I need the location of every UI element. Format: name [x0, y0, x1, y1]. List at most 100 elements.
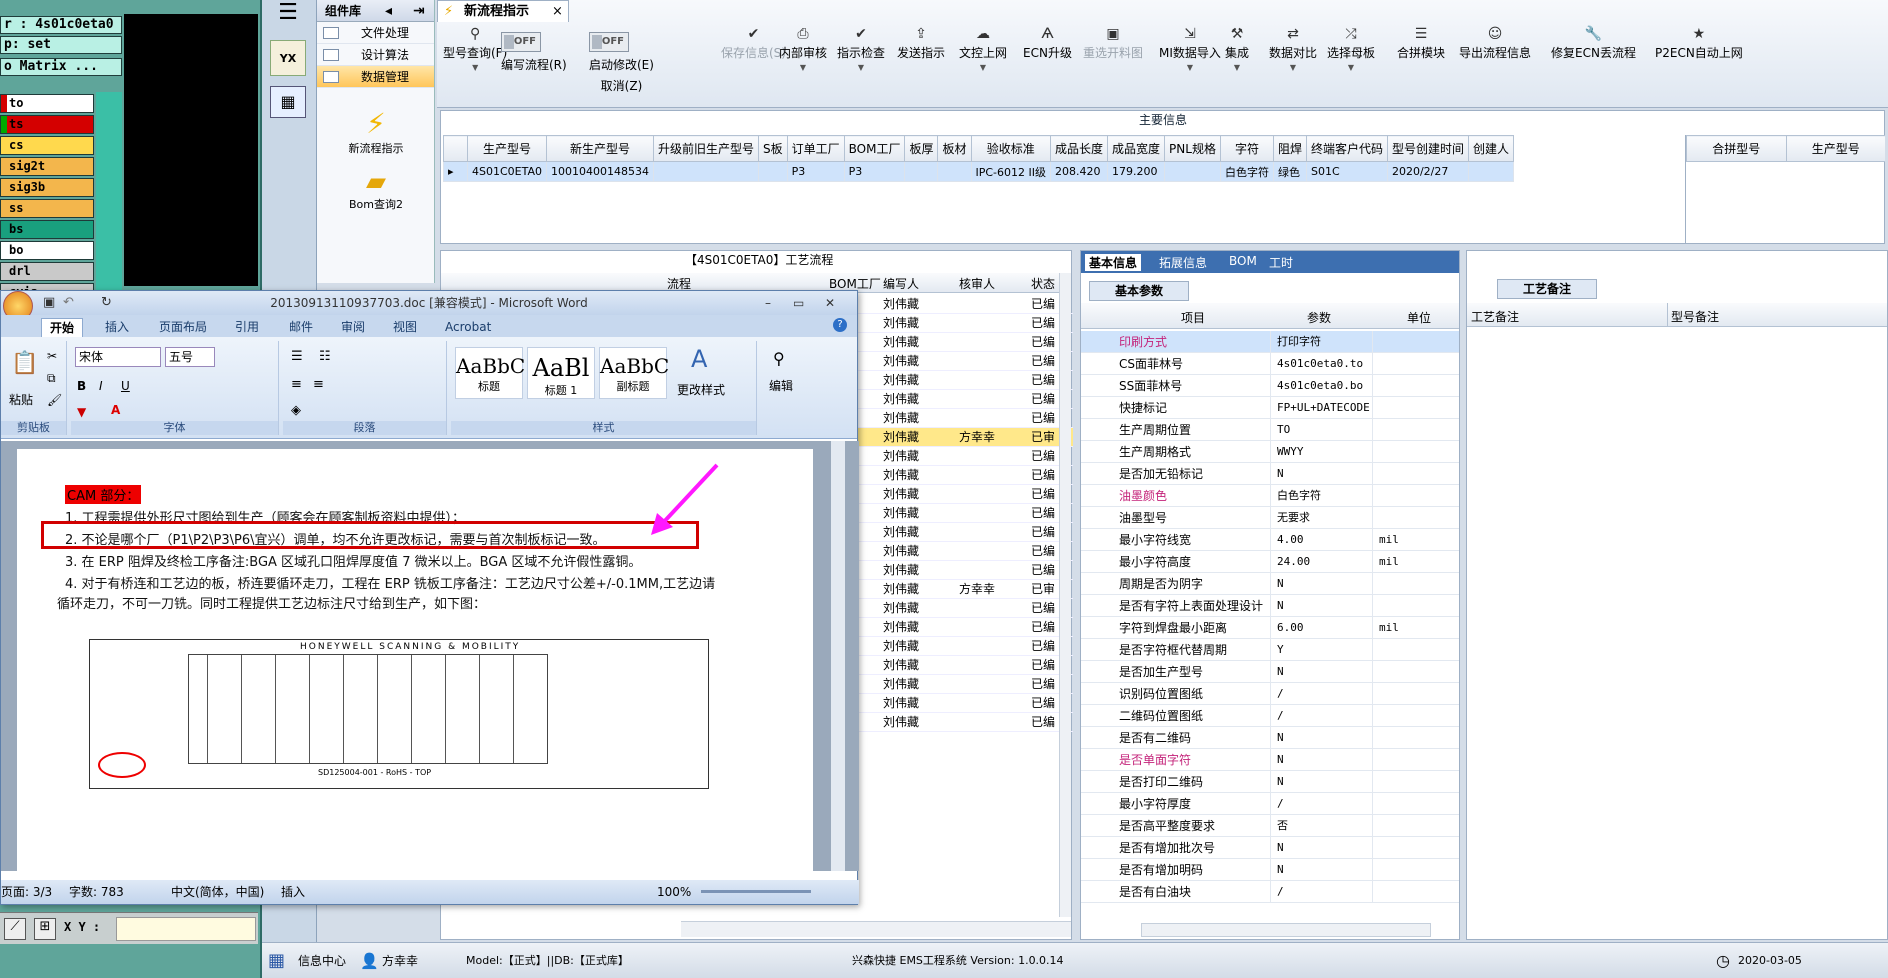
cut-icon[interactable]: ✂	[47, 349, 57, 363]
param-value[interactable]: N	[1273, 749, 1373, 771]
main-info-cell[interactable]: 10010400148534	[546, 161, 654, 182]
toolbar-button[interactable]: OFF 启动修改(E) 取消(Z)	[589, 26, 654, 94]
bold-icon[interactable]: B	[77, 379, 86, 393]
table-row[interactable]: 生产周期格式 WWYY	[1081, 441, 1459, 463]
ribbon-tab-view[interactable]: 视图	[385, 318, 425, 337]
param-value[interactable]: 4s01c0eta0.bo	[1273, 375, 1373, 397]
toolbar-button[interactable]: ✔ 指示检查 ▼	[837, 26, 885, 72]
cam-graphic-area[interactable]	[124, 14, 258, 286]
table-row[interactable]: 周期是否为阴字 N	[1081, 573, 1459, 595]
tab-basic-info[interactable]: 基本信息	[1085, 254, 1142, 271]
param-value[interactable]: FP+UL+DATECODE	[1273, 397, 1373, 419]
chevron-down-icon[interactable]: ▼	[1269, 63, 1317, 72]
shading-icon[interactable]: ◈	[291, 403, 301, 418]
param-value[interactable]: 4.00	[1273, 529, 1373, 551]
flow-header-status[interactable]: 状态	[1031, 275, 1055, 292]
param-value[interactable]: N	[1273, 727, 1373, 749]
table-row[interactable]: 油墨颜色 白色字符	[1081, 485, 1459, 507]
toolbar-button[interactable]: ⤮ 选择母板 ▼	[1327, 26, 1375, 72]
param-value[interactable]: N	[1273, 771, 1373, 793]
chevron-down-icon[interactable]: ▼	[837, 63, 885, 72]
tab-bom[interactable]: BOM	[1229, 254, 1257, 268]
main-info-header[interactable]: 型号创建时间	[1386, 135, 1470, 162]
chevron-down-icon[interactable]: ▼	[779, 63, 827, 72]
cam-layer-item[interactable]: ts	[0, 115, 94, 134]
style-heading1[interactable]: AaBl 标题 1	[527, 347, 595, 399]
tab-work-hours[interactable]: 工时	[1269, 254, 1293, 271]
toolbar-button[interactable]: ▣ 重选开料图	[1083, 26, 1143, 61]
param-value[interactable]: /	[1273, 793, 1373, 815]
word-title-bar[interactable]: ▣ ↶ ↻ 20130913110937703.doc [兼容模式] - Mic…	[1, 291, 857, 321]
cam-layer-item[interactable]: sig3b	[0, 178, 94, 197]
main-info-cell[interactable]: P3	[786, 161, 845, 182]
close-tab-icon[interactable]: ×	[552, 1, 563, 22]
toolbar-button[interactable]: ⚲ 型号查询(F) ▼	[443, 26, 507, 72]
toolbar-button[interactable]: ☁ 文控上网 ▼	[959, 26, 1007, 72]
main-info-header[interactable]: 创建人	[1467, 135, 1515, 162]
toggle-switch[interactable]: OFF	[501, 32, 541, 52]
word-vertical-scrollbar[interactable]	[831, 441, 845, 871]
flow-vertical-scrollbar[interactable]	[1059, 273, 1071, 917]
cam-matrix-button[interactable]: o Matrix ...	[0, 58, 122, 76]
align-left-icon[interactable]: ≡	[291, 377, 302, 392]
table-row[interactable]: ▸ 4S01C0ETA0 10010400148534 P3 P3 IPC-6012 II…	[443, 161, 1515, 182]
toolbar-button[interactable]: 🔧 修复ECN丢流程	[1551, 26, 1636, 61]
main-info-cell[interactable]	[937, 161, 972, 182]
main-info-cell[interactable]	[758, 161, 788, 182]
param-value[interactable]: 否	[1273, 815, 1373, 837]
chevron-down-icon[interactable]: ▼	[1327, 63, 1375, 72]
status-page[interactable]: 页面: 3/3	[1, 880, 52, 904]
toggle-switch[interactable]: OFF	[589, 32, 629, 52]
main-info-cell[interactable]: S01C	[1305, 161, 1388, 182]
cam-layer-item[interactable]: cs	[0, 136, 94, 155]
param-horizontal-scrollbar[interactable]	[1141, 923, 1431, 937]
table-row[interactable]: 识别码位置图纸 /	[1081, 683, 1459, 705]
table-row[interactable]: CS面菲林号 4s01c0eta0.to	[1081, 353, 1459, 375]
zoom-slider[interactable]	[701, 890, 811, 893]
param-value[interactable]: N	[1273, 595, 1373, 617]
row-selector-icon[interactable]: ▸	[443, 161, 468, 182]
tab-new-flow[interactable]: ⚡ 新流程指示 ×	[437, 0, 569, 22]
param-value[interactable]: N	[1273, 859, 1373, 881]
main-info-header[interactable]: 成品长度	[1050, 135, 1109, 162]
cam-layer-item[interactable]: to	[0, 94, 94, 113]
bom-query-button[interactable]: ▰ Bom查询2	[317, 168, 435, 212]
help-icon[interactable]: ?	[833, 318, 847, 332]
toolbar-button[interactable]: ☺ 导出流程信息	[1459, 26, 1531, 61]
font-size-select[interactable]: 五号	[165, 347, 215, 367]
chevron-down-icon[interactable]: ▼	[1225, 63, 1249, 72]
change-style-icon[interactable]: A	[691, 345, 707, 373]
binoculars-icon[interactable]: ⚲	[773, 349, 785, 368]
main-info-header[interactable]: 升级前旧生产型号	[652, 135, 760, 162]
ribbon-tab-insert[interactable]: 插入	[97, 318, 137, 337]
tab-basic-params[interactable]: 基本参数	[1089, 281, 1189, 301]
component-item-algorithm[interactable]: 设计算法	[317, 44, 434, 66]
main-info-cell[interactable]	[1467, 161, 1515, 182]
param-value[interactable]: /	[1273, 683, 1373, 705]
table-row[interactable]: 最小字符厚度 /	[1081, 793, 1459, 815]
param-value[interactable]: /	[1273, 705, 1373, 727]
main-info-header[interactable]: 验收标准	[970, 135, 1052, 162]
yx-logo-icon[interactable]: YX	[270, 40, 306, 76]
main-info-header[interactable]: BOM工厂	[843, 135, 906, 162]
toolbar-button[interactable]: ✔ 保存信息(S)	[721, 26, 786, 61]
main-info-header[interactable]: 终端客户代码	[1305, 135, 1388, 162]
toolbar-button[interactable]: ☰ 合拼模块	[1397, 26, 1445, 61]
xy-input[interactable]	[116, 917, 256, 941]
hamburger-menu-icon[interactable]: ☰	[272, 2, 304, 26]
italic-icon[interactable]: I	[99, 379, 103, 393]
measure-icon[interactable]: ⟋	[4, 918, 26, 940]
tab-process-notes[interactable]: 工艺备注	[1497, 279, 1597, 299]
save-icon[interactable]: ▣	[43, 291, 55, 315]
main-info-header[interactable]: 字符	[1219, 135, 1274, 162]
table-row[interactable]: 是否打印二维码 N	[1081, 771, 1459, 793]
param-header-unit[interactable]: 单位	[1407, 309, 1431, 326]
param-value[interactable]: 24.00	[1273, 551, 1373, 573]
chevron-down-icon[interactable]: ▼	[1159, 63, 1221, 72]
toolbar-button[interactable]: ⇪ 发送指示	[897, 26, 945, 61]
grid-icon[interactable]: ⊞	[34, 918, 56, 940]
document-page[interactable]: CAM 部分： 1. 工程需提供外形尺寸图给到生产（顾客会在顾客制板资料中提供）…	[17, 449, 813, 871]
main-info-header[interactable]: 阻焊	[1272, 135, 1307, 162]
main-info-cell[interactable]: 绿色	[1272, 161, 1307, 182]
numbering-icon[interactable]: ☷	[319, 349, 331, 364]
